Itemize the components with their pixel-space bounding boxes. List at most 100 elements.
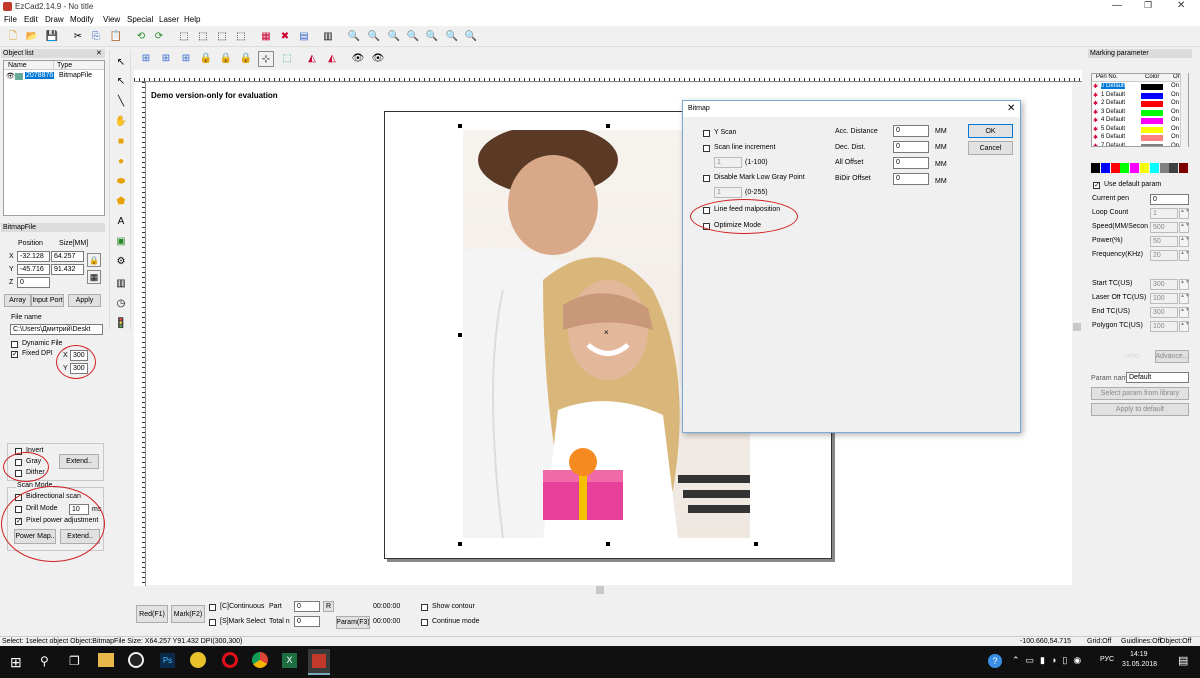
selection-handle[interactable]: [458, 333, 462, 337]
param-input[interactable]: 500: [1150, 222, 1178, 233]
grid-icon[interactable]: ▥: [320, 29, 336, 45]
wobble-icon[interactable]: ◌◌◌: [1125, 351, 1139, 360]
scroll-thumb[interactable]: [596, 586, 604, 594]
select-group-icon[interactable]: ⬚: [195, 29, 211, 45]
search-icon[interactable]: ⚲: [40, 654, 49, 668]
help-icon[interactable]: ?: [988, 654, 1002, 668]
file-path-input[interactable]: C:\Users\Дмитрий\Deskt: [10, 324, 103, 335]
zoom-in-icon[interactable]: 🔍: [366, 29, 382, 45]
chrome-icon[interactable]: [252, 652, 268, 668]
select-node-icon[interactable]: ⬚: [214, 29, 230, 45]
hatch-icon[interactable]: ▦: [258, 29, 274, 45]
maximize-icon[interactable]: ❐: [1144, 0, 1152, 11]
spin-icon[interactable]: ▲▼: [1179, 208, 1190, 219]
menu-modify[interactable]: Modify: [70, 15, 94, 24]
reset-button[interactable]: R: [323, 601, 334, 612]
align-center-icon[interactable]: ⊞: [158, 51, 174, 67]
pen-row[interactable]: ✱ 1 Default On: [1092, 92, 1180, 100]
app-icon-yellow[interactable]: [190, 652, 206, 668]
array-button[interactable]: Array: [4, 294, 31, 307]
acc-distance-input[interactable]: 0: [893, 125, 929, 137]
param-button[interactable]: Param(F3): [336, 616, 370, 629]
mirror2-icon[interactable]: ◭: [324, 51, 340, 67]
tools-icon[interactable]: ✖: [277, 29, 293, 45]
param-input[interactable]: 100: [1150, 321, 1178, 332]
spin-icon[interactable]: ▲▼: [1179, 307, 1190, 318]
spin-icon[interactable]: ▲▼: [1179, 293, 1190, 304]
select-move-icon[interactable]: ⬚: [233, 29, 249, 45]
table-row[interactable]: 👁 2078876 BitmapFile: [4, 72, 104, 81]
apply-default-button[interactable]: Apply to default: [1091, 403, 1189, 416]
col-color[interactable]: Color: [1145, 74, 1159, 80]
advance-button[interactable]: Advance...: [1155, 350, 1189, 363]
node-edit-icon[interactable]: ↖: [113, 74, 129, 90]
lock2-icon[interactable]: 🔒: [218, 51, 234, 67]
menu-edit[interactable]: Edit: [24, 15, 38, 24]
ellipse-icon[interactable]: ⬬: [113, 174, 129, 190]
show-contour-checkbox[interactable]: [421, 604, 428, 611]
task-view-icon[interactable]: ❐: [69, 654, 80, 668]
selection-handle[interactable]: [606, 542, 610, 546]
extend-button[interactable]: Extend..: [59, 454, 99, 469]
menu-draw[interactable]: Draw: [45, 15, 64, 24]
clock-time[interactable]: 14:19: [1130, 651, 1148, 658]
menu-file[interactable]: File: [4, 15, 17, 24]
curve-icon[interactable]: ✋: [113, 114, 129, 130]
table-icon[interactable]: ▤: [296, 29, 312, 45]
select-library-button[interactable]: Select param from library: [1091, 387, 1189, 400]
continuous-checkbox[interactable]: [209, 604, 216, 611]
save-icon[interactable]: 💾: [44, 29, 60, 45]
grid-position-icon[interactable]: ▦: [87, 270, 101, 284]
align-icon[interactable]: ⊞: [138, 51, 154, 67]
pen-row[interactable]: ✱ 0 Default On: [1092, 83, 1180, 91]
zoom-icon[interactable]: 🔍: [346, 29, 362, 45]
menu-view[interactable]: View: [103, 15, 120, 24]
select-all-icon[interactable]: ⬚: [176, 29, 192, 45]
lock-icon[interactable]: 🔒: [198, 51, 214, 67]
param-input[interactable]: 100: [1150, 293, 1178, 304]
param-input[interactable]: 1: [1150, 208, 1178, 219]
rectangle-icon[interactable]: ■: [113, 134, 129, 150]
redo-icon[interactable]: ⟳: [151, 29, 167, 45]
unlock-icon[interactable]: 🔒: [238, 51, 254, 67]
preview2-icon[interactable]: 👁: [370, 51, 386, 67]
col-type[interactable]: Type: [57, 62, 72, 69]
palette-swatch[interactable]: [1130, 163, 1140, 173]
undo-icon[interactable]: ⟲: [133, 29, 149, 45]
dec-distance-input[interactable]: 0: [893, 141, 929, 153]
spin-icon[interactable]: ▲▼: [1179, 236, 1190, 247]
barcode-icon[interactable]: ▥: [113, 276, 129, 292]
spin-icon[interactable]: ▲▼: [1179, 222, 1190, 233]
circle-icon[interactable]: ●: [113, 154, 129, 170]
zoom-page-icon[interactable]: 🔍: [444, 29, 460, 45]
width-input[interactable]: 64.257: [51, 251, 84, 262]
spin-icon[interactable]: ▲▼: [1179, 321, 1190, 332]
param-name-input[interactable]: Default: [1126, 372, 1189, 383]
param-input[interactable]: 300: [1150, 307, 1178, 318]
scan-increment-checkbox[interactable]: [703, 145, 710, 152]
selection-handle[interactable]: [754, 542, 758, 546]
all-offset-input[interactable]: 0: [893, 157, 929, 169]
clock-date[interactable]: 31.05.2018: [1122, 661, 1157, 668]
low-gray-input[interactable]: 1: [714, 187, 742, 198]
minimize-icon[interactable]: —: [1112, 0, 1122, 11]
pen-row[interactable]: ✱ 3 Default On: [1092, 109, 1180, 117]
preview-icon[interactable]: 👁: [350, 51, 366, 67]
zoom-all-icon[interactable]: 🔍: [405, 29, 421, 45]
red-button[interactable]: Red(F1): [136, 605, 168, 623]
param-input[interactable]: 0: [1150, 194, 1189, 205]
palette-swatch[interactable]: [1110, 163, 1120, 173]
inkscape-icon[interactable]: [128, 652, 144, 668]
menu-laser[interactable]: Laser: [159, 15, 179, 24]
spin-icon[interactable]: ▲▼: [1179, 279, 1190, 290]
bidir-offset-input[interactable]: 0: [893, 173, 929, 185]
photoshop-icon[interactable]: Ps: [160, 653, 175, 668]
zoom-real-icon[interactable]: 🔍: [463, 29, 479, 45]
pen-row[interactable]: ✱ 7 Default On: [1092, 143, 1180, 146]
y-scan-checkbox[interactable]: [703, 130, 710, 137]
cancel-button[interactable]: Cancel: [968, 141, 1013, 155]
mirror-icon[interactable]: ◭: [304, 51, 320, 67]
palette-swatch[interactable]: [1159, 163, 1169, 173]
apply-button[interactable]: Apply: [68, 294, 101, 307]
notification-icon[interactable]: ▤: [1178, 654, 1188, 667]
